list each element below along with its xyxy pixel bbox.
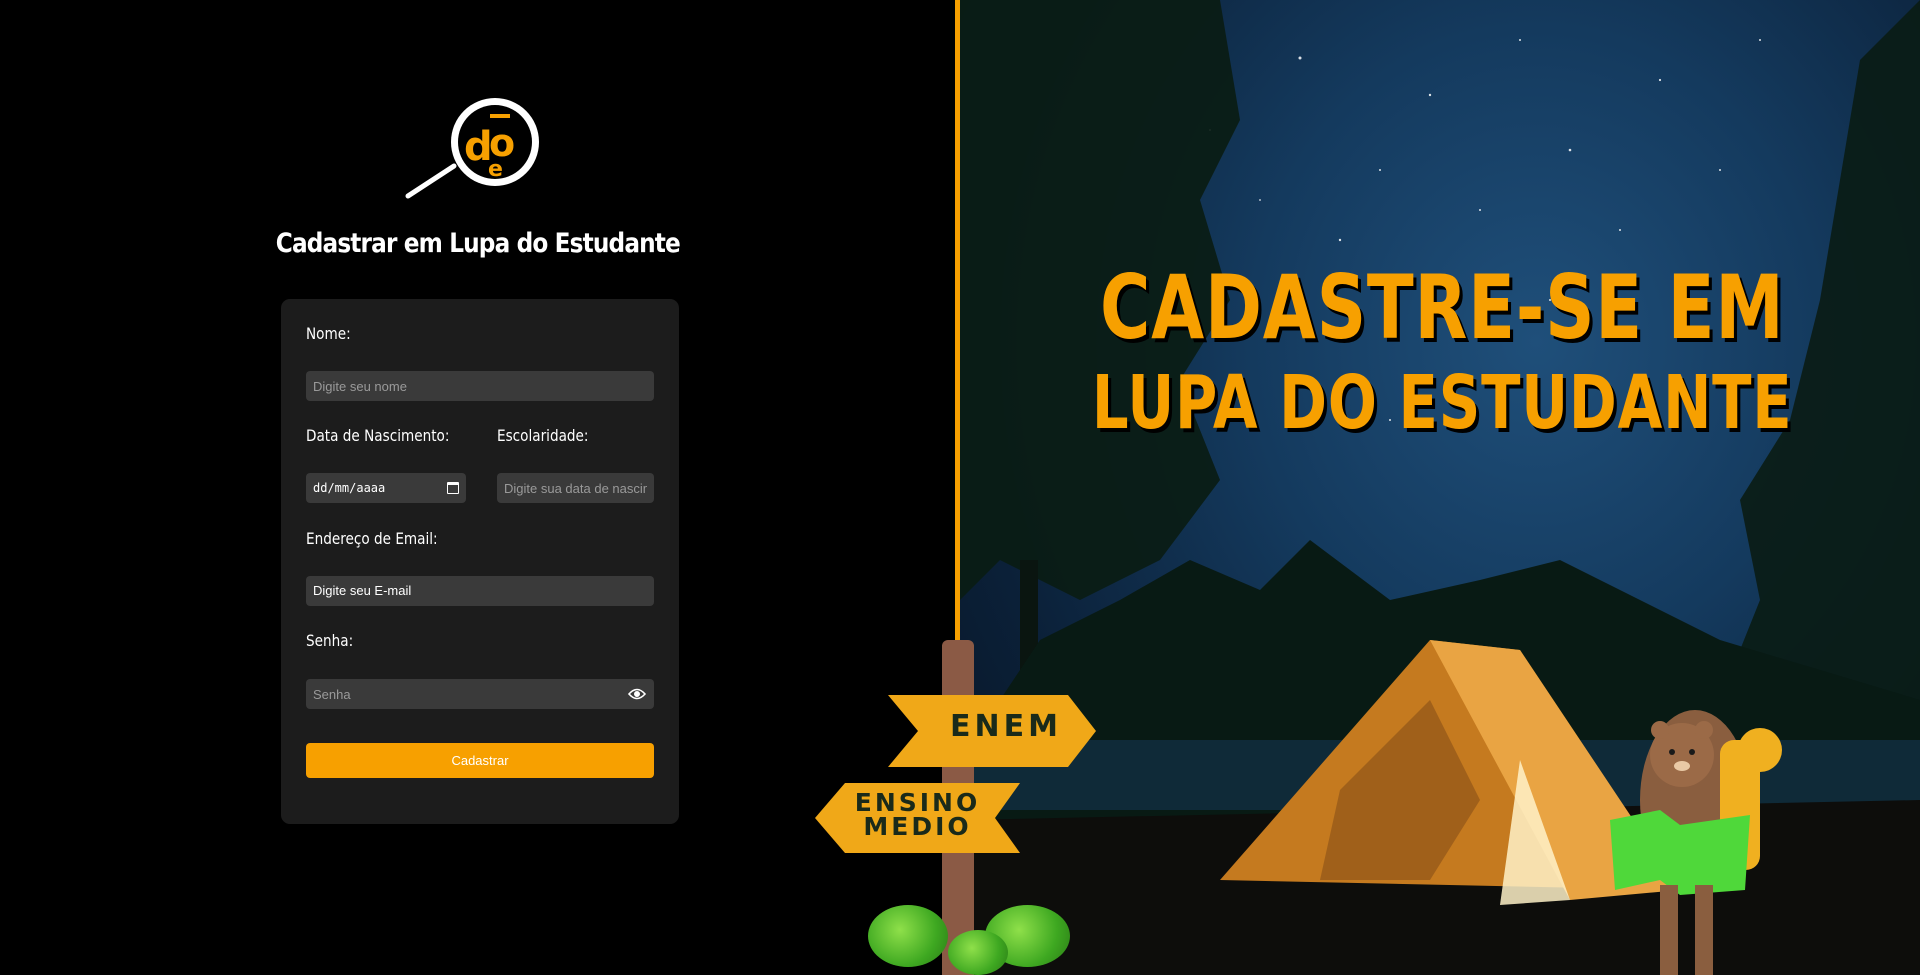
sign-enem-label: ENEM [950, 709, 1062, 744]
signup-form: Nome: Data de Nascimento: dd/mm/aaaa Esc… [281, 299, 679, 824]
name-label: Nome: [306, 324, 351, 343]
svg-text:e: e [488, 157, 503, 182]
password-input[interactable] [306, 679, 654, 709]
sign-ensino-line2: MEDIO [863, 812, 972, 841]
email-value: Digite seu E-mail [313, 583, 412, 598]
password-label: Senha: [306, 631, 354, 650]
password-field [306, 679, 654, 709]
hero-line-1: CADASTRE-SE EM [1099, 256, 1785, 359]
page-title: Cadastrar em Lupa do Estudante [275, 228, 681, 259]
signup-page: d o e Cadastrar em Lupa do Estudante Nom… [0, 0, 1920, 975]
birth-date-value: dd/mm/aaaa [313, 481, 386, 495]
submit-button[interactable]: Cadastrar [306, 743, 654, 778]
form-panel: d o e Cadastrar em Lupa do Estudante Nom… [0, 0, 955, 975]
bush-left [868, 905, 948, 967]
forest-camp-scene [960, 0, 1920, 975]
hero-heading: CADASTRE-SE EM LUPA DO ESTUDANTE [1068, 258, 1817, 448]
hero-line-2: LUPA DO ESTUDANTE [1091, 360, 1793, 446]
calendar-icon[interactable] [447, 482, 459, 494]
sign-ensino-medio: ENSINO MEDIO [815, 783, 1020, 853]
magnifier-logo-icon: d o e [405, 98, 539, 199]
eye-icon[interactable] [628, 687, 646, 701]
email-input[interactable]: Digite seu E-mail [306, 576, 654, 606]
name-input[interactable] [306, 371, 654, 401]
bush-center [948, 930, 1008, 975]
hero-panel: CADASTRE-SE EM LUPA DO ESTUDANTE [960, 0, 1920, 975]
school-input[interactable] [497, 473, 654, 503]
sign-enem: ENEM [888, 695, 1096, 767]
birth-date-label: Data de Nascimento: [306, 426, 450, 445]
email-label: Endereço de Email: [306, 529, 438, 548]
birth-date-input[interactable]: dd/mm/aaaa [306, 473, 466, 503]
school-label: Escolaridade: [497, 426, 589, 445]
